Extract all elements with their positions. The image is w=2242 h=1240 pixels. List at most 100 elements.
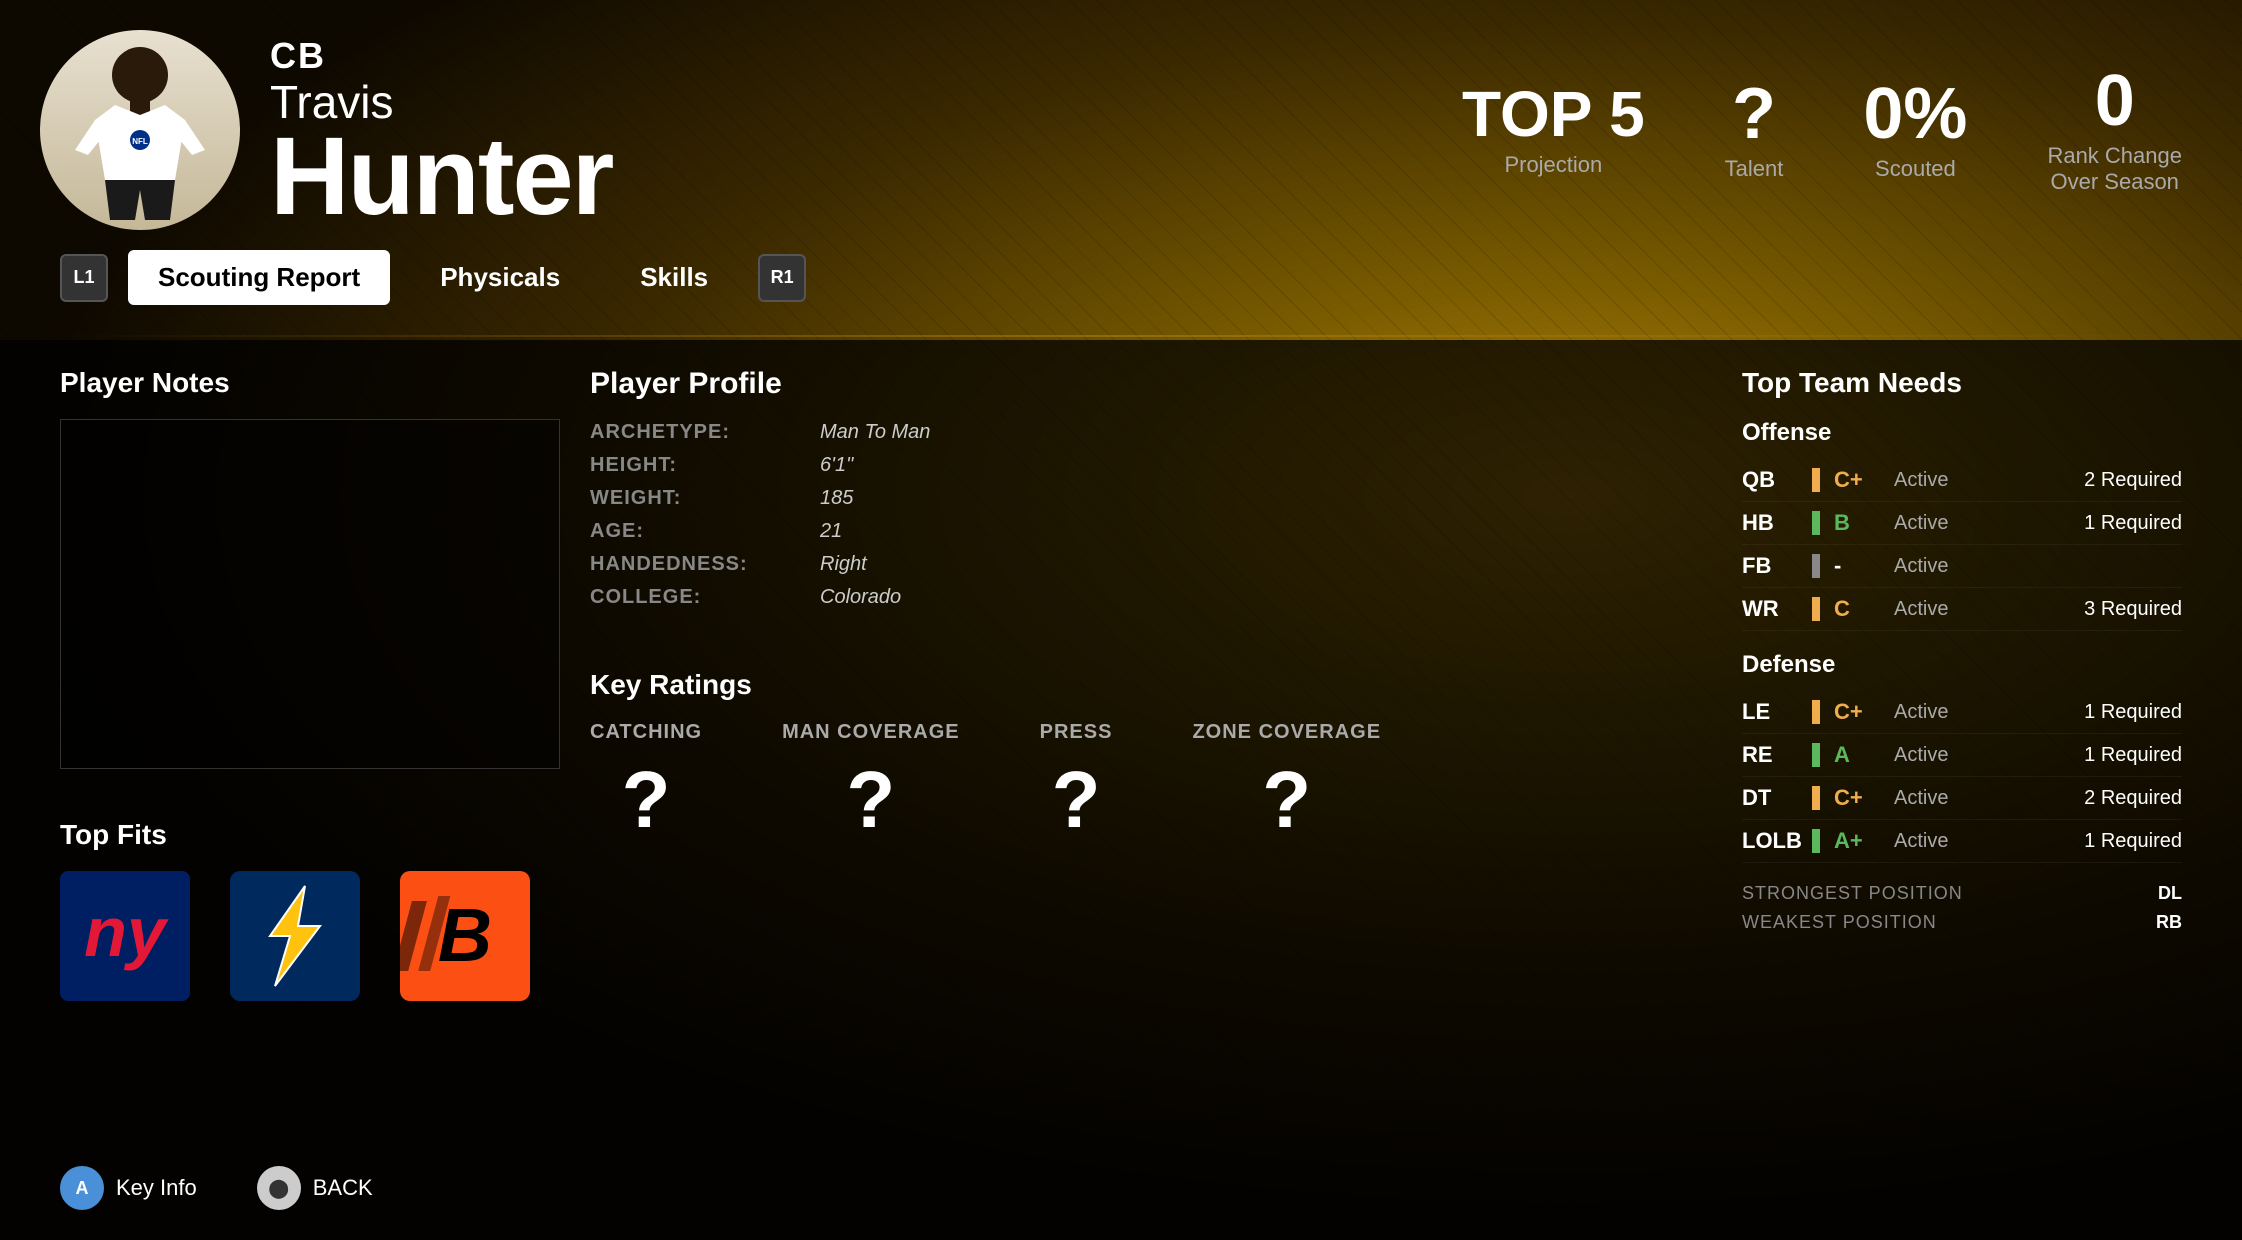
rank-change-label: Rank ChangeOver Season — [2047, 143, 2182, 196]
projection-value: TOP 5 — [1462, 82, 1645, 146]
grade-le: C+ — [1834, 699, 1884, 725]
value-height: 6'1" — [820, 454, 1712, 477]
talent-label: Talent — [1725, 156, 1784, 182]
pos-qb: QB — [1742, 467, 1802, 493]
svg-text:NFL: NFL — [132, 137, 148, 146]
required-hb: 1 Required — [2084, 512, 2182, 535]
key-info-icon-label: A — [76, 1178, 89, 1199]
needs-row-fb: FB - Active — [1742, 545, 2182, 588]
rating-catching-value: ? — [622, 754, 671, 846]
rating-man-coverage-value: ? — [846, 754, 895, 846]
required-qb: 2 Required — [2084, 469, 2182, 492]
rating-catching-label: CATCHING — [590, 721, 702, 744]
needs-row-le: LE C+ Active 1 Required — [1742, 691, 2182, 734]
grade-hb: B — [1834, 510, 1884, 536]
back-label: BACK — [313, 1175, 373, 1201]
player-profile-section: Player Profile ARCHETYPE: Man To Man HEI… — [590, 367, 1712, 609]
grade-bar-wr — [1812, 597, 1820, 621]
pos-hb: HB — [1742, 510, 1802, 536]
grade-bar-hb — [1812, 511, 1820, 535]
grade-qb: C+ — [1834, 467, 1884, 493]
talent-stat: ? Talent — [1725, 78, 1784, 182]
value-age: 21 — [820, 520, 1712, 543]
key-info-icon: A — [60, 1166, 104, 1210]
required-dt: 2 Required — [2084, 787, 2182, 810]
nav-right-button[interactable]: R1 — [758, 254, 806, 302]
projection-stat: TOP 5 Projection — [1462, 82, 1645, 178]
player-position: CB — [270, 35, 612, 77]
label-height: HEIGHT: — [590, 454, 790, 477]
left-panel: Player Notes Top Fits ny — [60, 367, 560, 1001]
talent-value: ? — [1732, 78, 1776, 150]
status-qb: Active — [1894, 469, 2074, 492]
status-le: Active — [1894, 701, 2074, 724]
player-notes-area — [60, 419, 560, 769]
main-content: Player Notes Top Fits ny — [0, 367, 2242, 1001]
ratings-row: CATCHING ? MAN COVERAGE ? PRESS ? ZONE C… — [590, 721, 1712, 846]
nyg-logo: ny — [60, 871, 190, 1001]
top-fits-section: Top Fits ny — [60, 819, 560, 1001]
grade-lolb: A+ — [1834, 828, 1884, 854]
grade-bar-le — [1812, 700, 1820, 724]
header: NFL CB Travis Hunter TOP 5 Projection ? … — [0, 0, 2242, 250]
grade-wr: C — [1834, 596, 1884, 622]
rating-man-coverage-label: MAN COVERAGE — [782, 721, 960, 744]
grade-bar-fb — [1812, 554, 1820, 578]
top-fits-title: Top Fits — [60, 819, 560, 851]
value-handedness: Right — [820, 553, 1712, 576]
header-stats: TOP 5 Projection ? Talent 0% Scouted 0 R… — [1462, 65, 2182, 196]
needs-row-dt: DT C+ Active 2 Required — [1742, 777, 2182, 820]
needs-row-lolb: LOLB A+ Active 1 Required — [1742, 820, 2182, 863]
player-avatar: NFL — [40, 30, 240, 230]
pos-wr: WR — [1742, 596, 1802, 622]
status-dt: Active — [1894, 787, 2074, 810]
label-college: COLLEGE: — [590, 586, 790, 609]
grade-bar-re — [1812, 743, 1820, 767]
rating-press-label: PRESS — [1040, 721, 1113, 744]
rank-change-stat: 0 Rank ChangeOver Season — [2047, 65, 2182, 196]
scouted-value: 0% — [1863, 78, 1967, 150]
pos-re: RE — [1742, 742, 1802, 768]
team-logo-lac — [230, 871, 360, 1001]
required-wr: 3 Required — [2084, 598, 2182, 621]
rating-press-value: ? — [1052, 754, 1101, 846]
key-ratings-section: Key Ratings CATCHING ? MAN COVERAGE ? PR… — [590, 669, 1712, 846]
scouted-stat: 0% Scouted — [1863, 78, 1967, 182]
grade-dt: C+ — [1834, 785, 1884, 811]
rating-zone-coverage-label: ZONE COVERAGE — [1192, 721, 1381, 744]
defense-label: Defense — [1742, 651, 2182, 679]
key-info-button[interactable]: A Key Info — [60, 1166, 197, 1210]
rating-catching: CATCHING ? — [590, 721, 702, 846]
required-re: 1 Required — [2084, 744, 2182, 767]
pos-dt: DT — [1742, 785, 1802, 811]
grade-bar-dt — [1812, 786, 1820, 810]
rank-change-value: 0 — [2095, 65, 2135, 137]
nav-left-button[interactable]: L1 — [60, 254, 108, 302]
back-button[interactable]: ⬤ BACK — [257, 1166, 373, 1210]
team-logo-nyg: ny — [60, 871, 190, 1001]
pos-le: LE — [1742, 699, 1802, 725]
team-logos: ny — [60, 871, 560, 1001]
grade-fb: - — [1834, 553, 1884, 579]
tab-scouting-report[interactable]: Scouting Report — [128, 250, 390, 305]
required-lolb: 1 Required — [2084, 830, 2182, 853]
strongest-weakest: STRONGEST POSITION DL WEAKEST POSITION R… — [1742, 883, 2182, 933]
status-lolb: Active — [1894, 830, 2074, 853]
back-icon: ⬤ — [257, 1166, 301, 1210]
right-panel: Top Team Needs Offense QB C+ Active 2 Re… — [1742, 367, 2182, 1001]
strongest-row: STRONGEST POSITION DL — [1742, 883, 2182, 904]
label-archetype: ARCHETYPE: — [590, 421, 790, 444]
rating-press: PRESS ? — [1040, 721, 1113, 846]
pos-lolb: LOLB — [1742, 828, 1802, 854]
offense-label: Offense — [1742, 419, 2182, 447]
status-hb: Active — [1894, 512, 2074, 535]
label-age: AGE: — [590, 520, 790, 543]
grade-re: A — [1834, 742, 1884, 768]
tab-physicals[interactable]: Physicals — [410, 250, 590, 305]
content-wrapper: NFL CB Travis Hunter TOP 5 Projection ? … — [0, 0, 2242, 1240]
profile-table: ARCHETYPE: Man To Man HEIGHT: 6'1" WEIGH… — [590, 421, 1712, 609]
player-notes-title: Player Notes — [60, 367, 560, 399]
key-info-label: Key Info — [116, 1175, 197, 1201]
tab-skills[interactable]: Skills — [610, 250, 738, 305]
nav-tabs: L1 Scouting Report Physicals Skills R1 — [0, 250, 2242, 305]
